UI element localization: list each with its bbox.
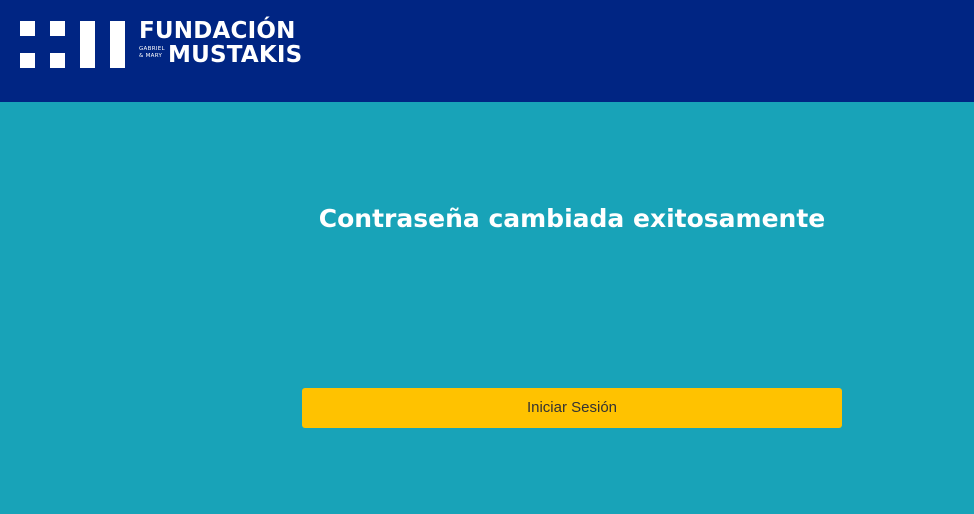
logo-line-mustakis: MUSTAKIS [168, 42, 303, 68]
page-title: Contraseña cambiada exitosamente [318, 204, 826, 233]
logo-subtitle-top: GABRIEL [139, 46, 165, 52]
top-header: FUNDACIÓN GABRIEL & MARY MUSTAKIS [0, 0, 974, 102]
logo-mark-icon [20, 21, 126, 69]
logo-subtitle: GABRIEL & MARY [139, 46, 165, 60]
logo-line-fundacion: FUNDACIÓN [139, 18, 296, 44]
main-content: Contraseña cambiada exitosamente Iniciar… [0, 102, 974, 514]
login-button[interactable]: Iniciar Sesión [302, 388, 842, 428]
fundacion-mustakis-logo[interactable]: FUNDACIÓN GABRIEL & MARY MUSTAKIS [20, 18, 303, 69]
logo-subtitle-bottom: & MARY [139, 53, 163, 59]
